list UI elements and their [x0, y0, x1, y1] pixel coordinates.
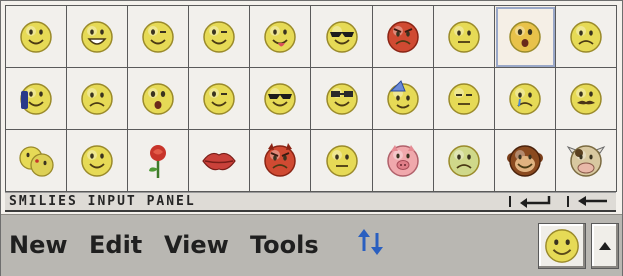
smiley-cell[interactable]	[372, 6, 434, 68]
smiley-cell[interactable]	[311, 130, 373, 192]
mustache-smiley-icon	[570, 82, 602, 115]
smiley-cell[interactable]	[189, 130, 251, 192]
backspace-arrow-icon	[578, 196, 607, 206]
smiley-cell[interactable]	[372, 68, 434, 130]
smiley-cell[interactable]	[128, 130, 190, 192]
smiley-panel-toggle-button[interactable]	[538, 223, 586, 269]
tongue-out-smiley-icon	[264, 20, 297, 53]
menu-tools[interactable]: Tools	[250, 231, 319, 259]
smiley-cell[interactable]	[311, 6, 373, 68]
happy-smiley-icon	[20, 20, 52, 53]
smiley-cell[interactable]	[6, 130, 68, 192]
smiley-cell[interactable]	[494, 6, 556, 68]
panel-title: SMILIES INPUT PANEL	[9, 194, 196, 209]
cool-smiley-icon	[264, 82, 297, 115]
shocked-smiley-icon	[142, 82, 174, 115]
sleepy-smiley-icon	[447, 82, 480, 115]
sort-arrows-icon	[358, 229, 383, 255]
smiley-cell[interactable]	[128, 68, 190, 130]
smiley-cell[interactable]	[372, 130, 434, 192]
separator	[567, 196, 569, 207]
cow-icon	[566, 144, 606, 177]
smiley-cell[interactable]	[494, 68, 556, 130]
smirk-smiley-icon	[203, 82, 236, 115]
smiley-cell[interactable]	[250, 6, 312, 68]
lips-icon	[202, 152, 237, 170]
sunglasses-smiley-icon	[325, 20, 358, 53]
sad-smiley-icon	[570, 20, 602, 53]
smiley-cell[interactable]	[6, 6, 68, 68]
scroll-up-button[interactable]	[591, 223, 619, 269]
backspace-button[interactable]	[567, 194, 615, 208]
confused-smiley-icon	[447, 20, 480, 53]
scroll-up-icon	[599, 242, 611, 250]
smiley-cell[interactable]	[67, 130, 129, 192]
menu-bar: New Edit View Tools	[1, 214, 622, 276]
devil-smiley-icon	[264, 142, 297, 177]
neutral-smiley-icon	[325, 144, 358, 177]
smiley-grid	[5, 5, 617, 192]
smiley-cell[interactable]	[67, 68, 129, 130]
menu-edit[interactable]: Edit	[89, 231, 142, 259]
angry-red-smiley-icon	[386, 20, 419, 53]
grin-wink-smiley-icon	[203, 20, 236, 53]
rose-icon	[149, 144, 167, 178]
menu-new[interactable]: New	[9, 231, 68, 259]
smilies-input-panel-window: SMILIES INPUT PANEL New Edit View Tools	[0, 0, 623, 276]
party-hat-smiley-icon	[386, 79, 419, 115]
enter-button[interactable]	[509, 194, 557, 208]
smiley-cell[interactable]	[433, 130, 495, 192]
pig-icon	[386, 144, 419, 177]
phone-smiley-icon	[20, 82, 52, 115]
smiley-cell[interactable]	[311, 68, 373, 130]
nerd-glasses-smiley-icon	[325, 82, 358, 115]
separator	[509, 196, 511, 207]
smiley-cell[interactable]	[250, 130, 312, 192]
smiley-cell[interactable]	[189, 68, 251, 130]
monkey-icon	[506, 144, 543, 177]
smiley-cell[interactable]	[250, 68, 312, 130]
sick-smiley-icon	[447, 144, 480, 177]
sort-button[interactable]	[355, 227, 387, 261]
smiley-cell[interactable]	[494, 130, 556, 192]
smiley-cell[interactable]	[67, 6, 129, 68]
smiley-cell[interactable]	[433, 6, 495, 68]
smiley-cell[interactable]	[189, 6, 251, 68]
smiley-cell[interactable]	[555, 130, 617, 192]
worried-smiley-icon	[81, 82, 113, 115]
smiley-cell[interactable]	[128, 6, 190, 68]
smiley-cell[interactable]	[555, 68, 617, 130]
smiley-cell[interactable]	[433, 68, 495, 130]
menu-view[interactable]: View	[164, 231, 229, 259]
smiley-cell[interactable]	[555, 6, 617, 68]
surprised-smiley-icon	[509, 20, 541, 53]
smiley-cell[interactable]	[6, 68, 68, 130]
blush-smiley-icon	[81, 144, 113, 177]
grinning-smiley-icon	[81, 20, 113, 53]
panel-title-bar: SMILIES INPUT PANEL	[5, 192, 616, 212]
wink-smiley-icon	[142, 20, 174, 53]
kissing-couple-smiley-icon	[19, 145, 54, 177]
smiley-button-icon	[545, 229, 579, 263]
crying-smiley-icon	[509, 82, 541, 115]
enter-arrow-icon	[520, 196, 551, 208]
